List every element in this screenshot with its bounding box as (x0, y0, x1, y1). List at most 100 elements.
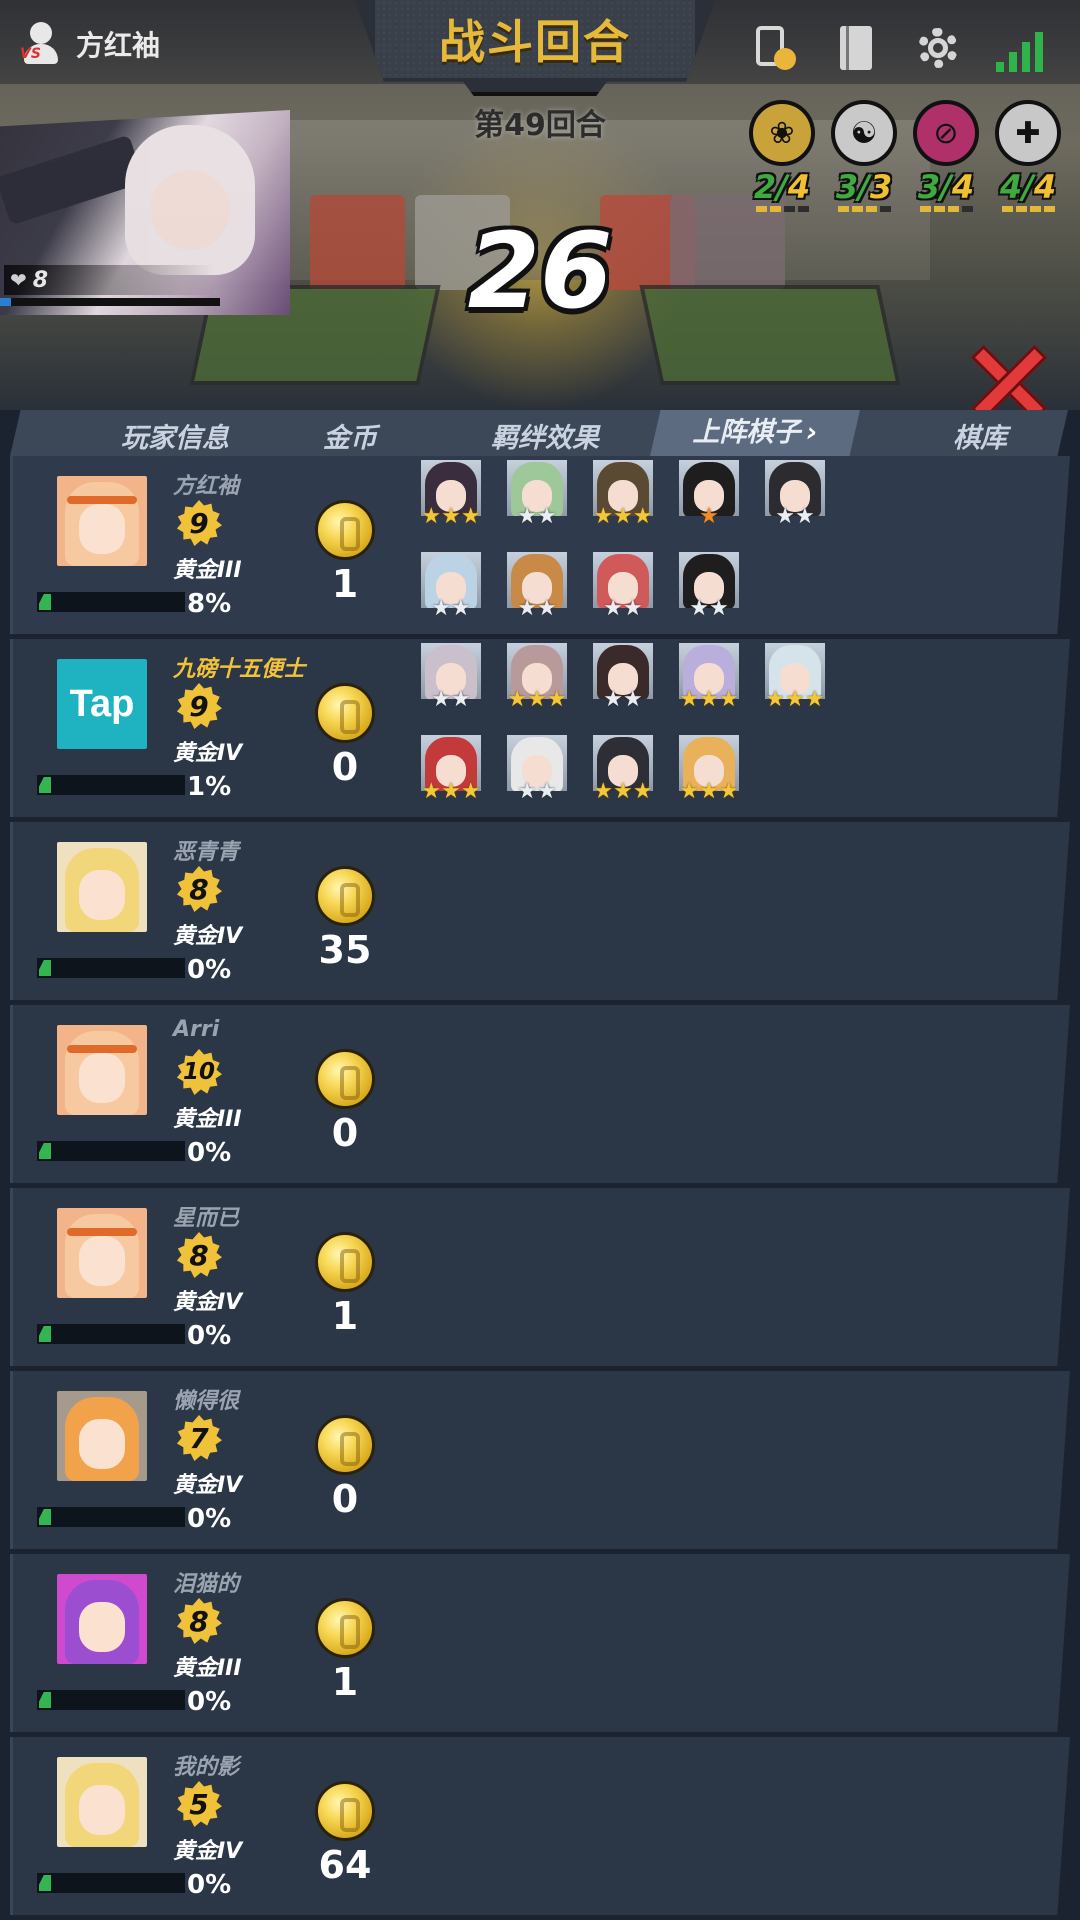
level-badge: 8 (176, 866, 222, 912)
star-rating: ★ ★ ★ (679, 779, 739, 804)
tab-gold[interactable]: 金币 (300, 416, 400, 455)
avatar (57, 476, 147, 566)
rank-label: 黄金III (173, 558, 242, 583)
gold-amount: 1 (331, 562, 359, 606)
avatar (57, 1391, 147, 1481)
xp-bar (37, 1141, 185, 1161)
gold-amount: 64 (318, 1843, 372, 1887)
avatar: Tap (57, 659, 147, 749)
star-rating: ★ ★ (517, 504, 557, 529)
chess-piece[interactable]: ★ ★ (507, 735, 567, 803)
chess-piece[interactable]: ★ ★ ★ (679, 735, 739, 803)
chess-piece[interactable]: ★ ★ ★ (679, 643, 739, 711)
gold-coin-icon (315, 866, 375, 926)
xp-bar-fill (39, 960, 51, 976)
page-title: 战斗回合 (439, 15, 631, 69)
gear-icon[interactable] (914, 24, 962, 72)
xp-bar (37, 1690, 185, 1710)
tab-deployed-label: 上阵棋子 (692, 417, 801, 448)
chess-piece[interactable]: ★ ★ (421, 552, 481, 620)
level-badge: 10 (176, 1049, 222, 1095)
tab-bench[interactable]: 棋库 (930, 416, 1030, 455)
synergy-progress (830, 206, 898, 212)
xp-bar-fill (39, 1143, 51, 1159)
chess-piece[interactable]: ★ ★ (507, 460, 567, 528)
level-badge: 5 (176, 1781, 222, 1827)
star-rating: ★ ★ ★ (421, 504, 481, 529)
player-name: 恶青青 (173, 840, 240, 865)
tab-player-info[interactable]: 玩家信息 (90, 416, 260, 455)
chess-piece[interactable]: ★ (679, 460, 739, 528)
life-count: 8 (32, 267, 49, 293)
star-rating: ★ ★ (431, 687, 471, 712)
rank-label: 黄金IV (173, 1473, 243, 1498)
star-rating: ★ ★ ★ (679, 687, 739, 712)
avatar (57, 1757, 147, 1847)
level-badge: 9 (176, 500, 222, 546)
life-bar-fill (0, 298, 11, 306)
lotus-icon: ❀ (749, 100, 815, 166)
current-player-tag[interactable]: VS 方红袖 (20, 20, 160, 68)
chess-piece[interactable]: ★ ★ (593, 643, 653, 711)
star-rating: ★ ★ (603, 596, 643, 621)
chess-piece[interactable]: ★ ★ ★ (765, 643, 825, 711)
chess-piece[interactable]: ★ ★ (421, 643, 481, 711)
player-row[interactable]: 泪猫的 8 黄金III 0% 1 (10, 1554, 1070, 1732)
synergy-item[interactable]: ❀ 2/4 (748, 100, 816, 212)
tab-synergy[interactable]: 羁绊效果 (470, 416, 620, 455)
star-rating: ★ ★ ★ (593, 504, 653, 529)
chess-piece[interactable]: ★ ★ (679, 552, 739, 620)
xp-percent: 0% (187, 1138, 232, 1168)
synergy-item[interactable]: ☯ 3/3 (830, 100, 898, 212)
gold-amount: 35 (318, 928, 372, 972)
player-row[interactable]: 懒得很 7 黄金IV 0% 0 (10, 1371, 1070, 1549)
xp-bar (37, 1873, 185, 1893)
xp-bar (37, 592, 185, 612)
chess-piece[interactable]: ★ ★ ★ (507, 643, 567, 711)
chess-piece[interactable]: ★ ★ (765, 460, 825, 528)
chess-piece[interactable]: ★ ★ ★ (593, 735, 653, 803)
gold-coin-icon (315, 1232, 375, 1292)
chess-piece[interactable]: ★ ★ ★ (593, 460, 653, 528)
xp-bar-fill (39, 594, 51, 610)
chess-piece[interactable]: ★ ★ ★ (421, 460, 481, 528)
phone-sync-icon[interactable] (750, 24, 798, 72)
player-name: 泪猫的 (173, 1572, 240, 1597)
gold-amount: 1 (331, 1660, 359, 1704)
portrait-face (150, 170, 230, 250)
player-row[interactable]: 恶青青 8 黄金IV 0% 35 (10, 822, 1070, 1000)
xp-bar-fill (39, 777, 51, 793)
gold-coin-icon (315, 1781, 375, 1841)
rank-label: 黄金IV (173, 924, 243, 949)
xp-percent: 0% (187, 1870, 232, 1900)
xp-percent: 0% (187, 1687, 232, 1717)
synergy-item[interactable]: ✚ 4/4 (994, 100, 1062, 212)
player-vs-icon: VS (20, 20, 62, 68)
arcade-machine (310, 195, 405, 290)
round-label: 第49回合 (474, 108, 606, 143)
player-row[interactable]: 方红袖 9 黄金III 8% 1 ★ ★ ★ ★ ★ ★ ★ ★ ★ ★ ★ ★… (10, 456, 1070, 634)
player-row[interactable]: Arri 10 黄金III 0% 0 (10, 1005, 1070, 1183)
game-table (639, 285, 901, 385)
countdown-timer: 26 (467, 210, 613, 332)
synergy-tracker: ❀ 2/4 ☯ 3/3 ⊘ 3/4 ✚ 4/4 (748, 100, 1062, 212)
player-row[interactable]: 我的影 5 黄金IV 0% 64 (10, 1737, 1070, 1915)
avatar (57, 1208, 147, 1298)
chess-piece[interactable]: ★ ★ ★ (421, 735, 481, 803)
xp-bar-fill (39, 1692, 51, 1708)
chess-piece[interactable]: ★ ★ (593, 552, 653, 620)
xp-percent: 8% (187, 589, 232, 619)
book-icon[interactable] (832, 24, 880, 72)
avatar (57, 1574, 147, 1664)
life-badge: ❤ 8 (4, 265, 214, 295)
star-rating: ★ ★ ★ (765, 687, 825, 712)
synergy-item[interactable]: ⊘ 3/4 (912, 100, 980, 212)
tab-deployed[interactable]: 上阵棋子 › (650, 410, 860, 456)
gold-amount: 1 (331, 1294, 359, 1338)
xp-bar (37, 1324, 185, 1344)
star-rating: ★ ★ (689, 596, 729, 621)
chess-piece[interactable]: ★ ★ (507, 552, 567, 620)
player-row[interactable]: 星而已 8 黄金IV 0% 1 (10, 1188, 1070, 1366)
xp-percent: 0% (187, 955, 232, 985)
player-row[interactable]: Tap 九磅十五便士 9 黄金IV 1% 0 ★ ★ ★ ★ ★ ★ ★ ★ ★… (10, 639, 1070, 817)
